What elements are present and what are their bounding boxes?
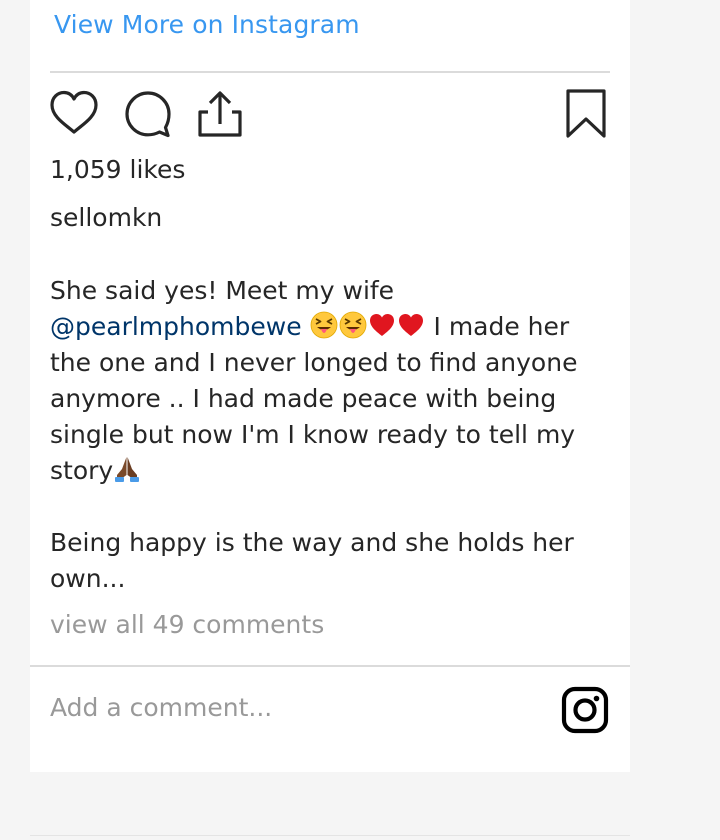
share-icon[interactable] xyxy=(194,88,246,140)
post-caption: She said yes! Meet my wife @pearlmphombew… xyxy=(50,273,610,597)
squinting-tongue-emoji-icon xyxy=(310,311,338,339)
caption-paragraph-1: She said yes! Meet my wife @pearlmphombew… xyxy=(50,273,610,489)
comment-divider xyxy=(30,665,630,667)
header-divider xyxy=(50,71,610,73)
view-all-comments-link[interactable]: view all 49 comments xyxy=(50,610,324,639)
page-bottom-divider xyxy=(30,835,630,836)
heart-icon[interactable] xyxy=(48,88,100,140)
red-heart-emoji-icon xyxy=(397,311,425,339)
comment-icon[interactable] xyxy=(122,88,174,140)
instagram-embed-card: View More on Instagram 1,059 likes sello… xyxy=(30,0,630,772)
mention-link[interactable]: @pearlmphombewe xyxy=(50,312,302,341)
caption-paragraph-2: Being happy is the way and she holds her… xyxy=(50,528,574,593)
red-heart-emoji-icon xyxy=(368,311,396,339)
folded-hands-emoji-icon xyxy=(113,455,141,483)
post-actions-bar xyxy=(30,88,630,140)
caption-prefix: She said yes! Meet my wife xyxy=(50,276,395,305)
squinting-tongue-emoji-icon xyxy=(339,311,367,339)
post-username[interactable]: sellomkn xyxy=(50,203,162,232)
view-more-link[interactable]: View More on Instagram xyxy=(54,10,360,39)
likes-count[interactable]: 1,059 likes xyxy=(50,155,185,184)
instagram-logo-icon[interactable] xyxy=(561,686,609,734)
bookmark-icon[interactable] xyxy=(560,88,612,140)
add-comment-input[interactable]: Add a comment... xyxy=(50,693,272,722)
